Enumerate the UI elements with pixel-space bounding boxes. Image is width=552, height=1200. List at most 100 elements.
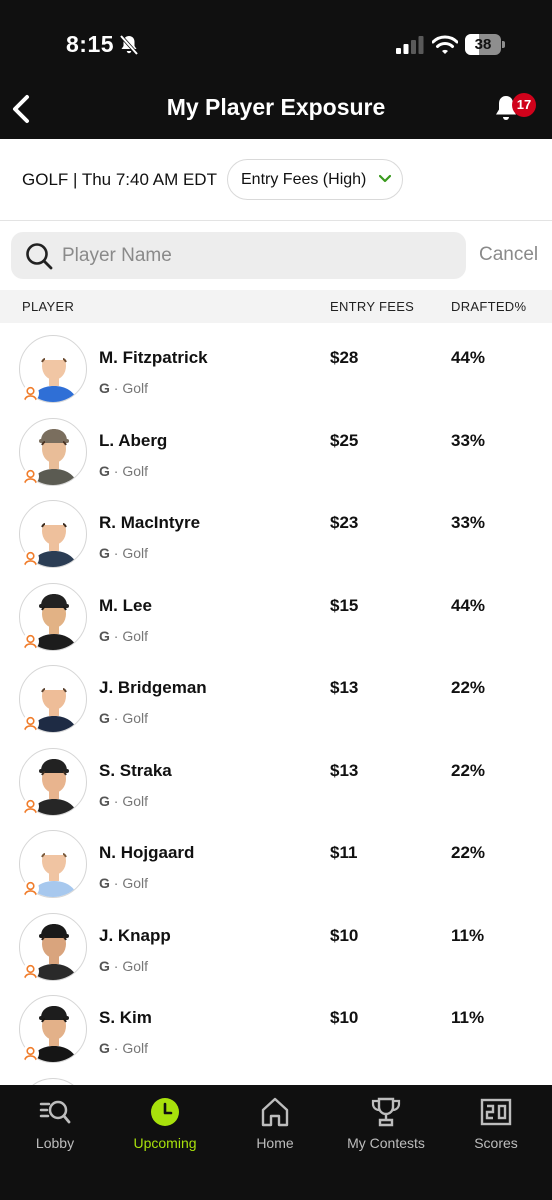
- wifi-icon: [432, 35, 458, 54]
- tab-home[interactable]: Home: [220, 1085, 330, 1165]
- player-row[interactable]: L. Aberg G · Golf $25 33%: [0, 406, 552, 489]
- tab-scores-label: Scores: [474, 1135, 518, 1151]
- player-row[interactable]: M. Fitzpatrick G · Golf $28 44%: [0, 323, 552, 406]
- player-row[interactable]: S. Kim G · Golf $10 11%: [0, 983, 552, 1066]
- player-position: G · Golf: [99, 545, 149, 561]
- player-row[interactable]: R. MacIntyre G · Golf $23 33%: [0, 488, 552, 571]
- player-entry-fees: $15: [330, 595, 359, 615]
- cellular-signal-icon: [396, 36, 424, 54]
- player-name: L. Aberg: [99, 430, 168, 450]
- tab-upcoming[interactable]: Upcoming: [110, 1085, 220, 1165]
- player-position-code: G: [99, 957, 110, 974]
- app: 8:15 38 My Player Exposure 17 GOLF | Thu…: [0, 0, 552, 1200]
- player-name: M. Lee: [99, 595, 152, 615]
- sort-dropdown[interactable]: Entry Fees (High): [227, 159, 403, 200]
- player-row-partial[interactable]: [0, 1066, 552, 1085]
- bottom-tab-bar: Lobby Upcoming Home My Contests Scores: [0, 1085, 552, 1200]
- scoreboard-icon: [480, 1098, 512, 1126]
- player-entry-fees: $11: [330, 843, 358, 862]
- column-header-drafted[interactable]: DRAFTED%: [451, 299, 526, 314]
- player-position: G · Golf: [99, 627, 149, 644]
- player-sport: Golf: [122, 1040, 149, 1056]
- player-position-code: G: [99, 1040, 110, 1056]
- cancel-search-button[interactable]: Cancel: [479, 244, 538, 266]
- player-entry-fees: $13: [330, 760, 359, 780]
- player-entry-fees: $10: [330, 1008, 359, 1027]
- player-list[interactable]: M. Fitzpatrick G · Golf $28 44% L. Aberg G · …: [0, 323, 552, 1085]
- battery-indicator: 38: [465, 34, 505, 55]
- tab-my-contests-label: My Contests: [347, 1135, 425, 1151]
- player-position-code: G: [99, 627, 110, 644]
- player-position-code: G: [99, 710, 110, 726]
- my-player-icon: [22, 550, 39, 567]
- player-drafted-percent: 44%: [451, 595, 486, 615]
- player-drafted-percent: 33%: [451, 513, 486, 532]
- player-row[interactable]: S. Straka G · Golf $13 22%: [0, 736, 552, 819]
- player-row[interactable]: M. Lee G · Golf $15 44%: [0, 571, 552, 654]
- my-player-icon: [22, 632, 39, 650]
- player-entry-fees: $23: [330, 513, 359, 532]
- player-position: G · Golf: [99, 1040, 149, 1056]
- player-avatar: [19, 1077, 87, 1085]
- battery-percent: 38: [474, 36, 492, 53]
- search-box[interactable]: [11, 232, 466, 279]
- column-header-entry-fees[interactable]: ENTRY FEES: [330, 299, 414, 314]
- page-title: My Player Exposure: [166, 94, 386, 120]
- sort-dropdown-label: Entry Fees (High): [241, 171, 367, 188]
- player-name: J. Bridgeman: [99, 678, 207, 697]
- player-row[interactable]: J. Knapp G · Golf $10 11%: [0, 901, 552, 984]
- player-name: S. Straka: [99, 760, 172, 780]
- my-player-icon: [22, 1045, 39, 1062]
- tab-lobby[interactable]: Lobby: [0, 1085, 110, 1165]
- player-entry-fees: $25: [330, 430, 359, 450]
- column-header-player[interactable]: PLAYER: [22, 299, 74, 314]
- player-position-code: G: [99, 875, 110, 891]
- player-position-code: G: [99, 462, 110, 479]
- player-name: R. MacIntyre: [99, 513, 201, 532]
- player-entry-fees: $28: [330, 348, 359, 367]
- player-search-input[interactable]: [62, 232, 452, 279]
- my-player-icon: [22, 715, 39, 732]
- player-drafted-percent: 33%: [451, 430, 486, 450]
- player-name: M. Fitzpatrick: [99, 348, 208, 367]
- player-sport: Golf: [122, 545, 149, 561]
- notification-count-badge[interactable]: 17: [512, 93, 536, 117]
- player-row[interactable]: J. Bridgeman G · Golf $13 22%: [0, 653, 552, 736]
- player-sport: Golf: [122, 710, 149, 726]
- my-player-icon: [22, 797, 39, 815]
- player-entry-fees: $10: [330, 925, 359, 945]
- player-name: S. Kim: [99, 1008, 152, 1027]
- tab-upcoming-label: Upcoming: [133, 1135, 197, 1151]
- trophy-icon: [371, 1097, 401, 1127]
- silent-mode-icon: [119, 34, 139, 56]
- player-row[interactable]: N. Hojgaard G · Golf $11 22%: [0, 818, 552, 901]
- player-drafted-percent: 22%: [451, 760, 486, 780]
- my-player-icon: [22, 467, 39, 485]
- filter-bar: GOLF | Thu 7:40 AM EDT Entry Fees (High): [0, 139, 552, 221]
- player-sport: Golf: [122, 792, 149, 809]
- player-sport: Golf: [122, 875, 149, 891]
- player-position: G · Golf: [99, 710, 149, 726]
- tab-my-contests[interactable]: My Contests: [331, 1085, 441, 1165]
- column-header-row: PLAYER ENTRY FEES DRAFTED%: [0, 290, 552, 323]
- player-drafted-percent: 44%: [451, 348, 486, 367]
- tab-scores[interactable]: Scores: [441, 1085, 551, 1165]
- sport-slate-info: GOLF | Thu 7:40 AM EDT: [22, 170, 217, 189]
- player-drafted-percent: 22%: [451, 843, 486, 862]
- player-name: N. Hojgaard: [99, 843, 195, 862]
- my-player-icon: [22, 962, 39, 980]
- player-position-code: G: [99, 380, 110, 396]
- tab-lobby-label: Lobby: [35, 1135, 75, 1151]
- tab-home-label: Home: [256, 1135, 294, 1151]
- lobby-search-icon: [39, 1100, 71, 1124]
- player-sport: Golf: [122, 462, 149, 479]
- player-position-code: G: [99, 792, 110, 809]
- my-player-icon: [22, 385, 39, 402]
- player-drafted-percent: 11%: [451, 925, 485, 945]
- player-position: G · Golf: [99, 957, 149, 974]
- player-position-code: G: [99, 545, 110, 561]
- player-name: J. Knapp: [99, 925, 171, 945]
- player-sport: Golf: [122, 957, 149, 974]
- top-bar: 8:15 38 My Player Exposure 17: [0, 0, 552, 139]
- player-sport: Golf: [122, 380, 149, 396]
